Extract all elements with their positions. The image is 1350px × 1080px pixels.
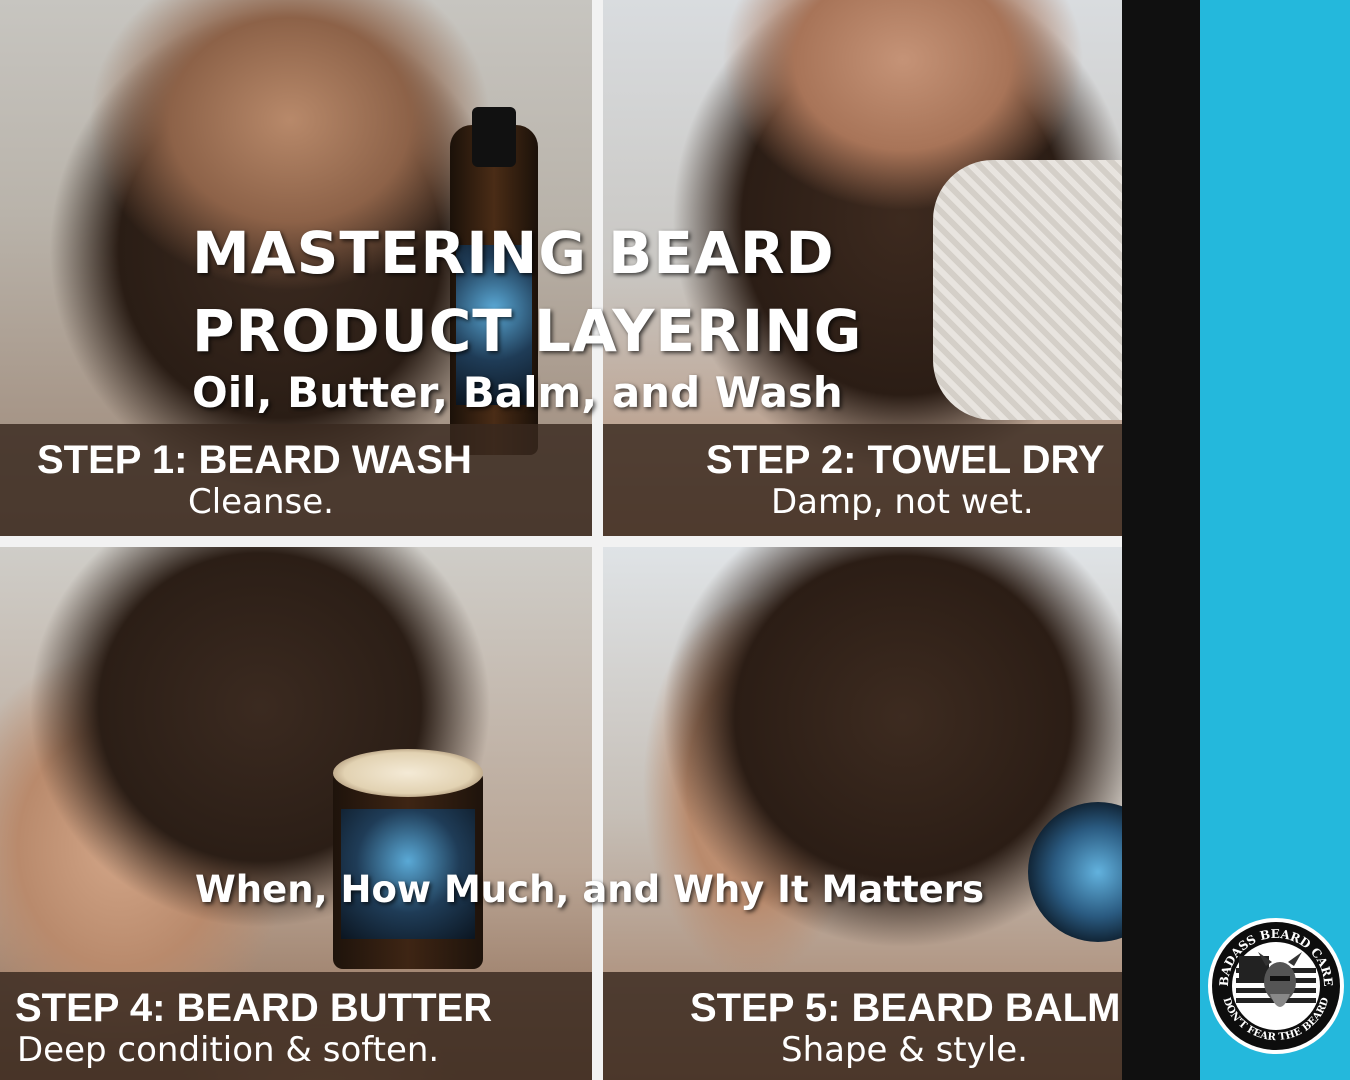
towel (933, 160, 1122, 420)
headline: MASTERING BEARD PRODUCT LAYERING Oil, Bu… (192, 214, 862, 420)
step-1-caption: STEP 1: BEARD WASH Cleanse. (0, 424, 592, 536)
brand-logo-badge: BADASS BEARD CARE DON'T FEAR THE BEARD (1208, 918, 1344, 1054)
step-4-caption: STEP 4: BEARD BUTTER Deep condition & so… (0, 972, 592, 1080)
step-4-panel: STEP 4: BEARD BUTTER Deep condition & so… (0, 547, 592, 1080)
step-5-title: STEP 5: BEARD BALM (690, 986, 1121, 1030)
tagline: When, How Much, and Why It Matters (195, 868, 985, 911)
step-2-caption: STEP 2: TOWEL DRY Damp, not wet. (603, 424, 1122, 536)
step-1-subtitle: Cleanse. (188, 482, 334, 522)
step-1-title: STEP 1: BEARD WASH (37, 438, 472, 482)
step-5-caption: STEP 5: BEARD BALM Shape & style. (603, 972, 1122, 1080)
step-5-panel: STEP 5: BEARD BALM Shape & style. (603, 547, 1122, 1080)
headline-line-1: MASTERING BEARD (192, 219, 835, 287)
step-2-title: STEP 2: TOWEL DRY (706, 438, 1105, 482)
step-4-subtitle: Deep condition & soften. (17, 1030, 440, 1070)
dark-side-strip (1122, 0, 1200, 1080)
step-5-subtitle: Shape & style. (781, 1030, 1028, 1070)
headline-line-2: PRODUCT LAYERING (192, 297, 863, 365)
step-4-title: STEP 4: BEARD BUTTER (15, 986, 493, 1030)
collage-grid: STEP 1: BEARD WASH Cleanse. STEP 2: TOWE… (0, 0, 1122, 1080)
headline-subtitle: Oil, Butter, Balm, and Wash (192, 368, 843, 417)
step-2-subtitle: Damp, not wet. (771, 482, 1034, 522)
